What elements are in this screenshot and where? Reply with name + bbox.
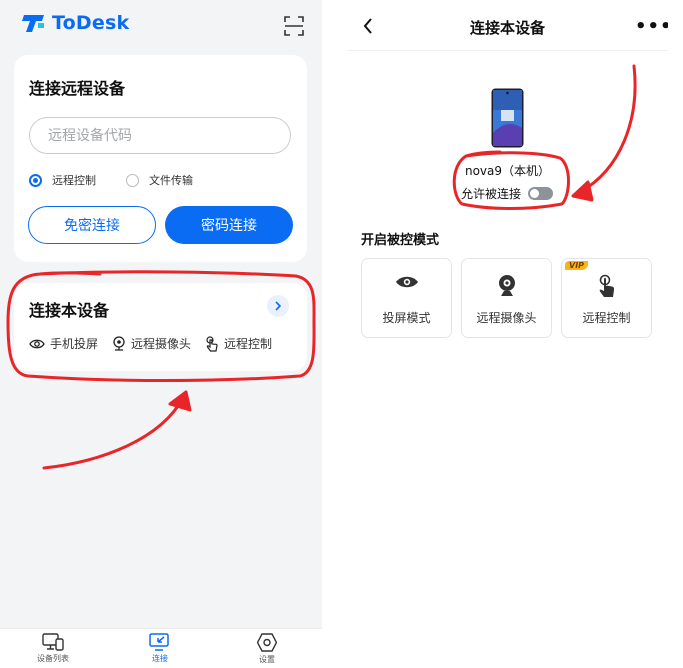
webcam-icon xyxy=(498,275,515,296)
chevron-right-icon xyxy=(275,301,282,311)
bottom-nav: 设备列表 连接 设置 xyxy=(0,628,322,668)
phone-device-icon xyxy=(491,88,524,148)
radio-file-transfer-label: 文件传输 xyxy=(149,174,193,187)
nav-settings[interactable]: 设置 xyxy=(232,633,302,665)
connect-remote-card: 连接远程设备 远程控制 文件传输 免密连接 密码连接 xyxy=(14,55,307,262)
device-name: nova9（本机） xyxy=(464,164,551,178)
mode-remote-camera-label: 远程摄像头 xyxy=(476,311,537,325)
nav-settings-label: 设置 xyxy=(259,655,275,664)
feature-remote-control-label: 远程控制 xyxy=(224,337,273,351)
chevron-right-button[interactable] xyxy=(267,295,289,317)
no-password-connect-button[interactable]: 免密连接 xyxy=(28,206,156,244)
more-menu-icon[interactable]: ••• xyxy=(635,16,668,37)
connect-local-title: 连接本设备 xyxy=(29,301,110,320)
connect-remote-title: 连接远程设备 xyxy=(29,79,126,98)
todesk-logo-icon xyxy=(22,15,44,32)
mode-remote-camera[interactable]: 远程摄像头 xyxy=(461,258,552,338)
nav-device-list-label: 设备列表 xyxy=(37,654,69,663)
page-title: 连接本设备 xyxy=(469,19,545,37)
touch-hand-icon xyxy=(206,335,218,352)
feature-screen-cast-label: 手机投屏 xyxy=(50,337,99,351)
scan-icon[interactable] xyxy=(283,15,305,37)
feature-screen-cast[interactable]: 手机投屏 xyxy=(29,335,98,352)
feature-remote-control[interactable]: 远程控制 xyxy=(205,335,272,352)
nav-connect[interactable]: 连接 xyxy=(125,633,195,664)
right-screen: 连接本设备 ••• nova9（本机） 允许被连接 开启被控模式 投屏模式 远程… xyxy=(347,0,668,668)
mode-remote-control[interactable]: VIP 远程控制 xyxy=(561,258,652,338)
connect-local-card[interactable]: 连接本设备 手机投屏 远程摄像头 远程控制 xyxy=(14,283,307,371)
settings-icon xyxy=(257,633,277,652)
eye-icon xyxy=(29,339,45,348)
left-screen: ToDesk 连接远程设备 远程控制 文件传输 免密连接 密码连接 连接本设备 … xyxy=(0,0,322,668)
allow-connection-toggle[interactable] xyxy=(528,187,554,200)
connect-icon xyxy=(149,633,169,651)
feature-remote-camera[interactable]: 远程摄像头 xyxy=(112,335,191,352)
brand-name: ToDesk xyxy=(52,12,130,34)
mode-screen-cast[interactable]: 投屏模式 xyxy=(361,258,452,338)
mode-radio-group: 远程控制 文件传输 xyxy=(29,172,193,188)
allow-connection-row: 允许被连接 xyxy=(461,185,554,202)
password-connect-button[interactable]: 密码连接 xyxy=(165,206,293,244)
feature-remote-camera-label: 远程摄像头 xyxy=(131,337,192,351)
vip-badge: VIP xyxy=(565,261,589,270)
device-list-icon xyxy=(42,633,64,651)
radio-remote-control-label: 远程控制 xyxy=(52,174,96,187)
mode-screen-cast-label: 投屏模式 xyxy=(382,311,431,325)
todesk-logo: ToDesk xyxy=(22,12,129,34)
controlled-mode-title: 开启被控模式 xyxy=(361,233,440,248)
touch-hand-icon xyxy=(599,274,614,297)
mode-remote-control-label: 远程控制 xyxy=(582,311,631,325)
eye-icon xyxy=(395,276,418,288)
remote-code-input[interactable] xyxy=(29,117,291,154)
allow-connection-label: 允许被连接 xyxy=(461,187,522,201)
top-bar: 连接本设备 ••• xyxy=(347,0,668,51)
webcam-icon xyxy=(113,336,125,351)
radio-file-transfer[interactable] xyxy=(126,173,139,187)
nav-connect-label: 连接 xyxy=(152,654,168,663)
radio-remote-control[interactable] xyxy=(29,173,42,187)
local-feature-row: 手机投屏 远程摄像头 远程控制 xyxy=(29,335,286,352)
nav-device-list[interactable]: 设备列表 xyxy=(18,633,88,664)
